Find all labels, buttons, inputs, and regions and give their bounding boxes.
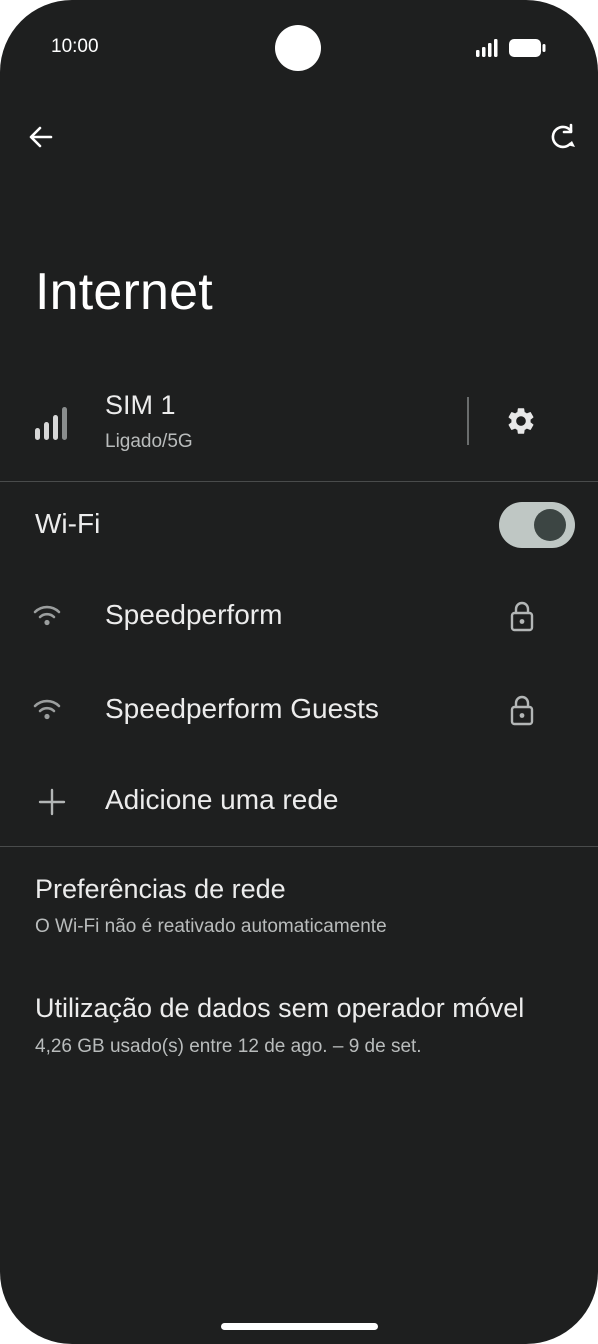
refresh-icon	[548, 122, 578, 152]
lock-icon	[510, 694, 534, 726]
battery-icon	[508, 38, 548, 58]
toggle-thumb	[534, 509, 566, 541]
status-icons	[475, 38, 548, 58]
network-list-item[interactable]: Speedperform Guests	[0, 664, 598, 756]
network-preferences-title: Preferências de rede	[35, 874, 286, 904]
network-preferences-subtitle: O Wi-Fi não é reativado automaticamente	[35, 916, 387, 937]
network-preferences-item[interactable]: Preferências de rede O Wi-Fi não é reati…	[0, 858, 598, 948]
data-usage-title: Utilização de dados sem operador móvel	[35, 993, 525, 1023]
sim-divider	[467, 397, 469, 445]
page-title: Internet	[35, 263, 213, 321]
gear-icon	[505, 405, 537, 437]
data-usage-subtitle: 4,26 GB usado(s) entre 12 de ago. – 9 de…	[35, 1036, 422, 1057]
signal-icon	[475, 39, 499, 57]
network-name: Speedperform	[105, 599, 283, 630]
lock-icon	[510, 600, 534, 632]
wifi-icon	[33, 604, 61, 626]
camera-cutout	[275, 25, 321, 71]
wifi-label: Wi-Fi	[35, 508, 101, 539]
wifi-icon	[33, 698, 61, 720]
home-indicator[interactable]	[221, 1323, 378, 1330]
plus-icon	[38, 788, 66, 816]
section-divider	[0, 846, 598, 847]
refresh-button[interactable]	[539, 113, 587, 161]
network-name: Speedperform Guests	[105, 693, 379, 724]
status-time: 10:00	[51, 36, 99, 57]
section-divider	[0, 481, 598, 482]
add-network-label: Adicione uma rede	[105, 784, 339, 815]
cellular-signal-icon	[34, 404, 72, 440]
wifi-toggle[interactable]	[499, 502, 575, 548]
back-button[interactable]	[17, 113, 65, 161]
sim-name: SIM 1	[105, 390, 176, 420]
phone-screen: 10:00 Internet SIM 1 Ligado/5G Wi-Fi Spe…	[0, 0, 598, 1344]
sim-settings-button[interactable]	[497, 397, 545, 445]
add-network-row[interactable]: Adicione uma rede	[0, 756, 598, 846]
data-usage-item[interactable]: Utilização de dados sem operador móvel 4…	[0, 966, 598, 1062]
arrow-back-icon	[27, 123, 55, 151]
sim-status: Ligado/5G	[105, 431, 193, 452]
network-list-item[interactable]: Speedperform	[0, 570, 598, 662]
